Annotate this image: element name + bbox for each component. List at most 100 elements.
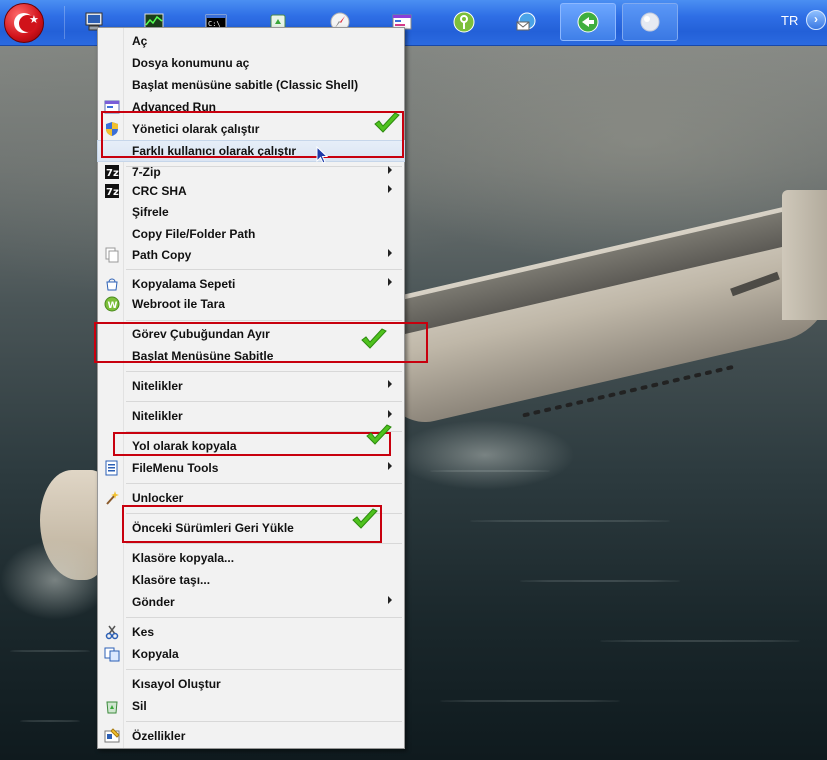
svg-text:W: W <box>108 301 118 311</box>
taskbar-button-orb[interactable] <box>622 3 678 41</box>
menu-item-cut[interactable]: Kes <box>98 622 404 642</box>
menu-item-label: Nitelikler <box>132 379 183 393</box>
menu-separator <box>126 320 402 321</box>
wave <box>20 720 80 722</box>
annotation-box-copy-as-path <box>113 432 391 456</box>
submenu-arrow-icon <box>388 596 392 604</box>
wand-icon <box>106 491 119 505</box>
submenu-arrow-icon <box>388 166 392 174</box>
wave <box>440 700 620 702</box>
wave <box>10 650 90 652</box>
filemenu-tools-icon <box>105 460 118 476</box>
menu-item-copy[interactable]: Kopyala <box>98 644 404 664</box>
menu-item-filemenu-tools[interactable]: FileMenu Tools <box>98 458 404 478</box>
basket-icon <box>106 278 118 291</box>
menu-item-label: Nitelikler <box>132 409 183 423</box>
menu-item-label: Kopyalama Sepeti <box>132 277 236 291</box>
menu-separator <box>126 669 402 670</box>
menu-item-label: Kısayol Oluştur <box>132 677 221 691</box>
mail-globe-icon <box>516 12 536 31</box>
taskbar-button-key[interactable] <box>436 3 492 41</box>
path-copy-icon <box>105 247 119 263</box>
menu-item-delete[interactable]: Sil <box>98 696 404 716</box>
language-indicator[interactable]: TR <box>781 13 798 28</box>
menu-item-label: Unlocker <box>132 491 184 505</box>
menu-item-label: FileMenu Tools <box>132 461 219 475</box>
menu-item-label: Dosya konumunu aç <box>132 56 250 70</box>
submarine-tower <box>782 190 827 320</box>
water-foam <box>395 420 575 490</box>
menu-item-label: Şifrele <box>132 205 169 219</box>
wave <box>470 520 670 522</box>
menu-item-7zip[interactable]: 7z 7-Zip <box>98 162 404 182</box>
menu-item-open[interactable]: Aç <box>98 31 404 51</box>
menu-item-open-file-location[interactable]: Dosya konumunu aç <box>98 53 404 73</box>
check-mark-icon <box>361 328 387 349</box>
submenu-arrow-icon <box>388 185 392 193</box>
wave <box>520 580 680 582</box>
menu-item-label: Klasöre taşı... <box>132 573 211 587</box>
menu-separator <box>126 401 402 402</box>
menu-item-attributes[interactable]: Nitelikler <box>98 376 404 396</box>
mouse-cursor-icon <box>316 146 328 164</box>
menu-item-label: Kes <box>132 625 155 639</box>
menu-item-move-to-folder[interactable]: Klasöre taşı... <box>98 570 404 590</box>
menu-item-label: Kopyala <box>132 647 179 661</box>
menu-separator <box>126 269 402 270</box>
taskbar-button-active-app[interactable] <box>560 3 616 41</box>
annotation-box-run-as <box>101 111 404 158</box>
svg-text:7z: 7z <box>106 187 119 198</box>
menu-item-label: Copy File/Folder Path <box>132 227 256 241</box>
annotation-box-restore <box>122 505 382 543</box>
svg-text:7z: 7z <box>106 168 119 179</box>
check-mark-icon <box>374 112 400 133</box>
menu-item-label: CRC SHA <box>132 184 187 198</box>
menu-item-label: Webroot ile Tara <box>132 297 225 311</box>
submenu-arrow-icon <box>388 249 392 257</box>
submenu-arrow-icon <box>388 278 392 286</box>
key-icon <box>453 11 475 33</box>
menu-item-copy-path[interactable]: Copy File/Folder Path <box>98 224 404 244</box>
taskbar-button-mail[interactable] <box>498 3 554 41</box>
recycle-bin-icon <box>106 701 118 714</box>
7zip-icon: 7z <box>105 165 119 179</box>
star-icon: ★ <box>29 14 39 26</box>
properties-icon <box>104 728 120 743</box>
menu-item-label: Başlat menüsüne sabitle (Classic Shell) <box>132 78 359 92</box>
menu-item-properties[interactable]: Özellikler <box>98 726 404 746</box>
menu-item-label: Path Copy <box>132 248 192 262</box>
start-button[interactable]: ★ <box>4 3 44 43</box>
menu-item-create-shortcut[interactable]: Kısayol Oluştur <box>98 674 404 694</box>
menu-separator <box>126 543 402 544</box>
menu-item-label: 7-Zip <box>132 165 161 179</box>
orb-icon <box>640 12 660 32</box>
webroot-icon: W <box>104 296 120 312</box>
menu-item-label: Sil <box>132 699 147 713</box>
7zip-icon: 7z <box>105 184 119 198</box>
menu-item-pin-classic-shell[interactable]: Başlat menüsüne sabitle (Classic Shell) <box>98 75 404 95</box>
menu-separator <box>126 721 402 722</box>
menu-item-copy-basket[interactable]: Kopyalama Sepeti <box>98 274 404 294</box>
check-mark-icon <box>366 424 392 445</box>
menu-item-webroot-scan[interactable]: W Webroot ile Tara <box>98 294 404 314</box>
menu-item-label: Klasöre kopyala... <box>132 551 235 565</box>
menu-separator <box>126 483 402 484</box>
menu-item-label: Aç <box>132 34 148 48</box>
submenu-arrow-icon <box>388 410 392 418</box>
menu-item-label: Gönder <box>132 595 175 609</box>
check-mark-icon <box>352 508 378 529</box>
menu-item-send-to[interactable]: Gönder <box>98 592 404 612</box>
menu-item-path-copy[interactable]: Path Copy <box>98 245 404 265</box>
active-app-icon <box>577 11 599 33</box>
menu-item-copy-to-folder[interactable]: Klasöre kopyala... <box>98 548 404 568</box>
menu-item-attributes-2[interactable]: Nitelikler <box>98 406 404 426</box>
water-foam <box>0 540 110 620</box>
menu-separator <box>126 371 402 372</box>
submenu-arrow-icon <box>388 380 392 388</box>
submenu-arrow-icon <box>388 462 392 470</box>
scissors-icon <box>105 625 119 640</box>
menu-item-encrypt[interactable]: Şifrele <box>98 202 404 222</box>
taskbar-separator <box>64 6 65 39</box>
menu-item-crc-sha[interactable]: 7z CRC SHA <box>98 181 404 201</box>
chevron-right-icon[interactable]: › <box>806 10 826 30</box>
